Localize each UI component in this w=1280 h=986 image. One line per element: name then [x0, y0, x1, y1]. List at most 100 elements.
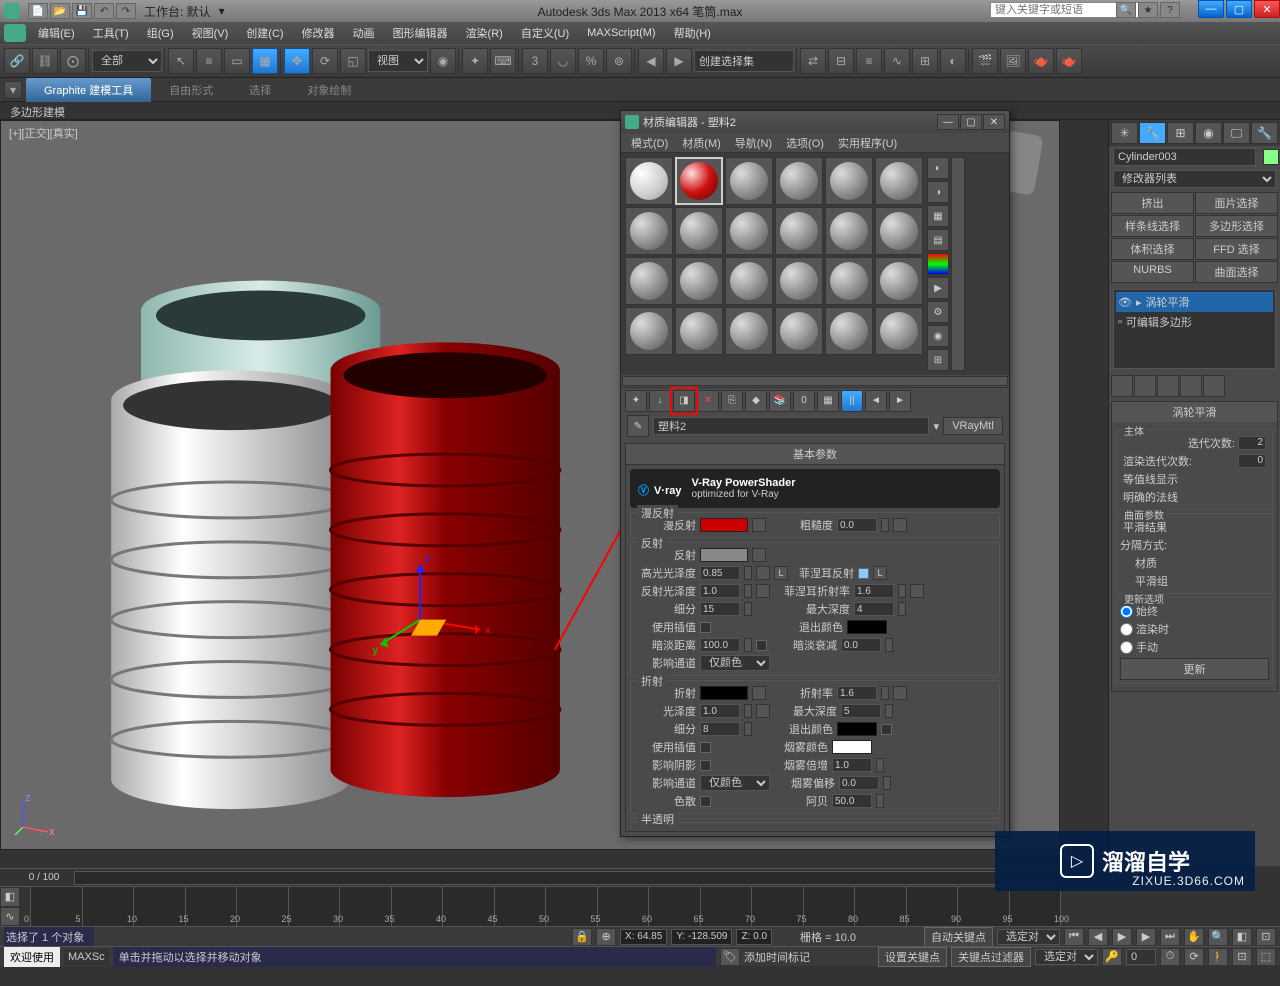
make-copy-icon[interactable]: ⎘ [721, 390, 743, 412]
workspace-label[interactable]: 工作台: 默认 [144, 3, 211, 20]
move-icon[interactable]: ✥ [284, 48, 310, 74]
mat-minimize-button[interactable]: — [937, 114, 959, 130]
ribbon-tab-graphite[interactable]: Graphite 建模工具 [26, 78, 151, 102]
layer-icon[interactable]: ≡ [856, 48, 882, 74]
create-tab-icon[interactable]: ✳ [1111, 122, 1138, 144]
zoom-extents-icon[interactable]: ⊡ [1256, 928, 1276, 946]
trackbar-toggle-icon[interactable]: ◧ [0, 887, 20, 907]
max-viewport-icon[interactable]: ⊡ [1232, 948, 1252, 966]
play-icon[interactable]: ▶ [1112, 928, 1132, 946]
material-editor-icon[interactable]: ◐ [940, 48, 966, 74]
dim-distance-spinner[interactable]: 100.0 [700, 638, 740, 652]
modifier-stack[interactable]: 👁▸涡轮平滑 ▫可编辑多边形 [1113, 289, 1276, 369]
mod-button[interactable]: 面片选择 [1195, 192, 1278, 214]
material-id-icon[interactable]: 0 [793, 390, 815, 412]
put-to-library-icon[interactable]: 📚 [769, 390, 791, 412]
next-frame-icon[interactable]: ▶ [1136, 928, 1156, 946]
refr-interp-checkbox[interactable] [700, 742, 711, 753]
minimize-button[interactable]: — [1198, 0, 1224, 18]
sample-uv-icon[interactable]: ▤ [927, 229, 949, 251]
dim-falloff-spinner[interactable]: 0.0 [841, 638, 881, 652]
show-end-result-icon[interactable] [1134, 375, 1156, 397]
time-config-icon[interactable]: ⏱ [1160, 948, 1180, 966]
undo-button[interactable]: ↶ [94, 3, 114, 19]
named-sel-next-icon[interactable]: ▶ [666, 48, 692, 74]
refr-exitcolor-swatch[interactable] [837, 722, 877, 736]
lock-selection-icon[interactable]: 🔒 [572, 928, 592, 946]
material-slot[interactable] [825, 307, 873, 355]
mat-close-button[interactable]: ✕ [983, 114, 1005, 130]
diffuse-map-button[interactable] [752, 518, 766, 532]
slots-vscroll[interactable] [951, 157, 965, 371]
material-slot-selected[interactable] [675, 157, 723, 205]
mod-button[interactable]: NURBS [1111, 261, 1194, 283]
grid-icon[interactable]: ⊞ [927, 349, 949, 371]
menu-customize[interactable]: 自定义(U) [513, 23, 577, 43]
options-icon[interactable]: ⚙ [927, 301, 949, 323]
current-frame-input[interactable] [1126, 949, 1156, 965]
menu-edit[interactable]: 编辑(E) [30, 23, 83, 43]
trackbar-ruler[interactable]: 0510152025303540455055606570758085909510… [30, 887, 1060, 926]
material-slot[interactable] [775, 207, 823, 255]
iterations-spinner[interactable]: 2 [1238, 436, 1266, 450]
reset-map-icon[interactable]: ✕ [697, 390, 719, 412]
menu-create[interactable]: 创建(C) [238, 23, 291, 43]
mirror-icon[interactable]: ⇄ [800, 48, 826, 74]
y-coord[interactable]: Y: -128.509 [671, 929, 732, 945]
material-slot[interactable] [675, 207, 723, 255]
render-prod-icon[interactable]: 🫖 [1056, 48, 1082, 74]
render-frame-icon[interactable]: 🖼 [1000, 48, 1026, 74]
menu-help[interactable]: 帮助(H) [666, 23, 719, 43]
rollup-turbosmooth-header[interactable]: 涡轮平滑 [1112, 402, 1277, 422]
material-slot[interactable] [725, 307, 773, 355]
material-slot[interactable] [725, 257, 773, 305]
mod-button[interactable]: 挤出 [1111, 192, 1194, 214]
make-unique-icon[interactable] [1157, 375, 1179, 397]
roughness-spinner[interactable]: 0.0 [837, 518, 877, 532]
show-map-icon[interactable]: ▦ [817, 390, 839, 412]
scale-icon[interactable]: ◱ [340, 48, 366, 74]
unlink-icon[interactable]: ⛓ [32, 48, 58, 74]
material-slot[interactable] [775, 257, 823, 305]
dispersion-checkbox[interactable] [700, 796, 711, 807]
close-button[interactable]: ✕ [1254, 0, 1280, 18]
material-slot[interactable] [825, 207, 873, 255]
favorite-icon[interactable]: ★ [1138, 2, 1158, 18]
object-color-swatch[interactable] [1263, 149, 1279, 165]
put-to-scene-icon[interactable]: ↓ [649, 390, 671, 412]
refract-color-swatch[interactable] [700, 686, 748, 700]
selection-set-input[interactable] [694, 50, 794, 72]
pin-stack-icon[interactable] [1111, 375, 1133, 397]
lock-button[interactable]: L [774, 566, 788, 580]
select-icon[interactable]: ↖ [168, 48, 194, 74]
render-icon[interactable]: 🫖 [1028, 48, 1054, 74]
mat-menu-utilities[interactable]: 实用程序(U) [832, 134, 903, 152]
material-slot[interactable] [675, 307, 723, 355]
display-tab-icon[interactable]: 🖵 [1223, 122, 1250, 144]
abbe-spinner[interactable]: 50.0 [832, 794, 872, 808]
affect-shadows-checkbox[interactable] [700, 760, 711, 771]
background-icon[interactable]: ▦ [927, 205, 949, 227]
make-preview-icon[interactable]: ▶ [927, 277, 949, 299]
fog-mult-spinner[interactable]: 1.0 [832, 758, 872, 772]
window-crossing-icon[interactable]: ▦ [252, 48, 278, 74]
manipulate-icon[interactable]: ✦ [462, 48, 488, 74]
angle-snap-icon[interactable]: ◡ [550, 48, 576, 74]
save-button[interactable]: 💾 [72, 3, 92, 19]
mod-button[interactable]: 多边形选择 [1195, 215, 1278, 237]
modifier-item-editable-poly[interactable]: ▫可编辑多边形 [1116, 312, 1273, 332]
set-key-button[interactable]: 设置关键点 [878, 947, 947, 967]
refr-subdivs-spinner[interactable]: 8 [700, 722, 740, 736]
help-icon[interactable]: 🔍 [1116, 2, 1136, 18]
modifier-item-turbosmooth[interactable]: 👁▸涡轮平滑 [1116, 292, 1273, 312]
app-menu-button[interactable] [4, 24, 26, 42]
pick-material-icon[interactable]: ✎ [627, 415, 649, 437]
align-icon[interactable]: ⊟ [828, 48, 854, 74]
material-slot[interactable] [625, 307, 673, 355]
key-filter-button[interactable]: 关键点过滤器 [951, 947, 1031, 967]
material-slot[interactable] [775, 307, 823, 355]
hierarchy-tab-icon[interactable]: ⊞ [1167, 122, 1194, 144]
absolute-mode-icon[interactable]: ⊕ [596, 928, 616, 946]
material-name-input[interactable] [653, 417, 929, 435]
goto-end-icon[interactable]: ⏭ [1160, 928, 1180, 946]
